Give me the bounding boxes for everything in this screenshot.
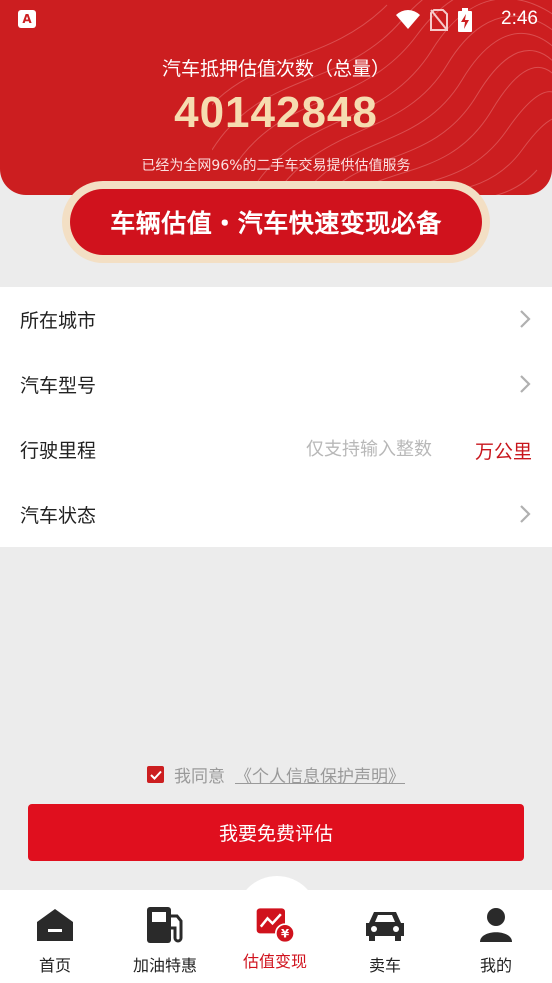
agreement-checkbox[interactable] [147,766,164,783]
bottom-nav: 首页 加油特惠 ¥ 估值变现 卖车 我的 [0,890,552,983]
no-sim-icon [430,9,448,31]
agreement: 我同意 《个人信息保护声明》 [147,762,405,787]
privacy-statement-link[interactable]: 《个人信息保护声明》 [235,762,405,787]
nav-home-label: 首页 [38,956,71,975]
status-bar: A 2:46 [0,0,552,40]
checkmark-icon [149,770,162,780]
valuation-icon: ¥ [256,908,295,944]
city-label: 所在城市 [20,310,97,332]
nav-sell-car[interactable]: 卖车 [330,890,440,983]
valuation-count: 40142848 [174,88,378,137]
nav-home[interactable]: 首页 [0,890,110,983]
profile-icon [480,908,512,942]
nav-profile[interactable]: 我的 [441,890,551,983]
nav-sell-car-label: 卖车 [368,956,401,975]
status-time: 2:46 [501,8,538,29]
fuel-icon [147,907,183,943]
svg-text:¥: ¥ [281,927,289,941]
nav-profile-label: 我的 [479,956,512,975]
free-valuation-button[interactable]: 我要免费评估 [28,804,524,861]
car-icon [366,912,404,941]
condition-label: 汽车状态 [20,505,97,527]
agreement-prefix: 我同意 [174,767,225,787]
nav-fuel[interactable]: 加油特惠 [110,890,220,983]
nav-valuation[interactable]: ¥ 估值变现 [220,890,330,983]
header-title: 汽车抵押估值次数（总量） [161,58,390,80]
wifi-icon [396,10,420,29]
app-notification-icon: A [18,10,36,28]
city-row[interactable]: 所在城市 [0,287,552,352]
home-icon [37,909,73,941]
valuation-form: 所在城市 汽车型号 行驶里程 万公里 汽车状态 [0,287,552,547]
chevron-right-icon [520,310,531,328]
header: A 2:46 汽车抵押估值次数（总量） 40142848 已经为全网96%的二手… [0,0,552,195]
mileage-row: 行驶里程 万公里 [0,417,552,482]
model-row[interactable]: 汽车型号 [0,352,552,417]
nav-valuation-label: 估值变现 [242,952,307,971]
battery-charging-icon [458,8,472,32]
mileage-input[interactable] [272,434,432,464]
condition-row[interactable]: 汽车状态 [0,482,552,547]
header-subtitle: 已经为全网96%的二手车交易提供估值服务 [141,158,411,174]
chevron-right-icon [520,375,531,393]
model-label: 汽车型号 [20,375,97,397]
chevron-right-icon [520,505,531,523]
banner: 车辆估值・汽车快速变现必备 [62,181,490,263]
banner-text: 车辆估值・汽车快速变现必备 [70,189,482,255]
mileage-label: 行驶里程 [20,440,97,462]
mileage-unit: 万公里 [474,441,532,463]
nav-fuel-label: 加油特惠 [132,956,197,975]
